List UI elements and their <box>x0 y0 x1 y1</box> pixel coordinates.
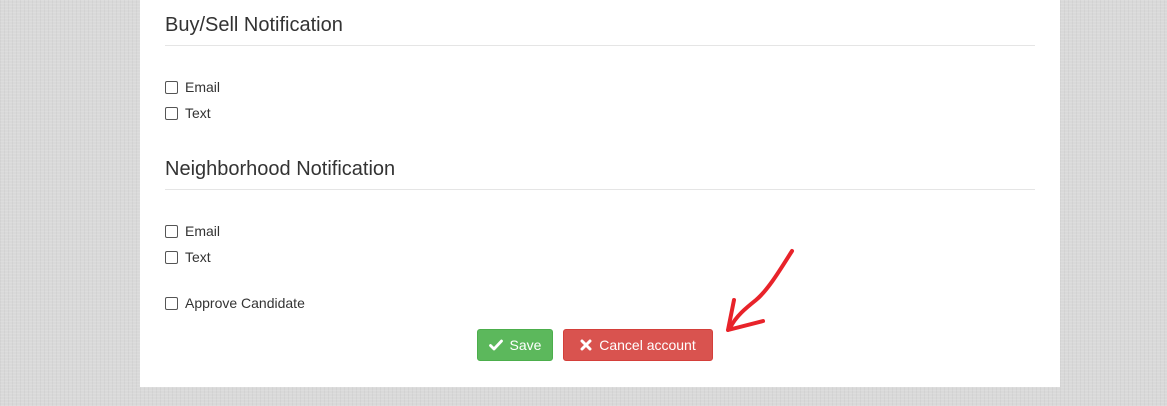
neighborhood-email-checkbox[interactable] <box>165 224 178 238</box>
cancel-account-button-label: Cancel account <box>599 337 696 353</box>
neighborhood-email-option[interactable]: Email <box>165 222 220 240</box>
approve-candidate-checkbox[interactable] <box>165 296 178 310</box>
buy-sell-heading: Buy/Sell Notification <box>165 14 343 36</box>
approve-candidate-option[interactable]: Approve Candidate <box>165 294 305 312</box>
approve-candidate-label: Approve Candidate <box>185 295 305 311</box>
cancel-account-button[interactable]: Cancel account <box>563 329 713 361</box>
buy-sell-email-label: Email <box>185 79 221 95</box>
buy-sell-divider <box>165 45 1035 46</box>
buy-sell-email-option[interactable]: Email <box>165 78 220 96</box>
neighborhood-text-checkbox[interactable] <box>165 250 178 264</box>
buy-sell-email-checkbox[interactable] <box>165 80 178 94</box>
neighborhood-heading: Neighborhood Notification <box>165 158 396 180</box>
save-button-label: Save <box>509 337 542 353</box>
buy-sell-text-label: Text <box>185 105 211 121</box>
red-arrow-icon <box>726 249 794 332</box>
neighborhood-divider <box>165 189 1035 190</box>
settings-panel: Buy/Sell Notification Email Text Neighbo… <box>140 0 1060 387</box>
times-icon <box>580 339 592 351</box>
neighborhood-text-label: Text <box>185 249 211 265</box>
neighborhood-text-option[interactable]: Text <box>165 248 211 266</box>
buy-sell-text-checkbox[interactable] <box>165 106 178 120</box>
check-icon <box>488 339 503 351</box>
neighborhood-email-label: Email <box>185 223 221 239</box>
buy-sell-text-option[interactable]: Text <box>165 104 211 122</box>
save-button[interactable]: Save <box>477 329 553 361</box>
